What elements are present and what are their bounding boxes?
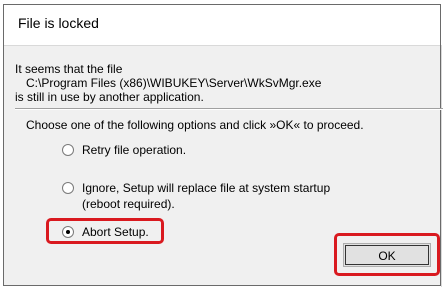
message-line-1: It seems that the file bbox=[15, 62, 123, 76]
option-ignore-label: Ignore, Setup will replace file at syste… bbox=[82, 181, 331, 195]
ok-highlight-box bbox=[334, 233, 440, 276]
title-bar: File is locked bbox=[4, 5, 440, 46]
instruction-text: Choose one of the following options and … bbox=[26, 118, 364, 132]
message-line-3: is still in use by another application. bbox=[15, 90, 204, 104]
dialog-title: File is locked bbox=[18, 15, 99, 31]
abort-highlight-box bbox=[46, 218, 164, 244]
dialog-edge bbox=[441, 45, 442, 287]
message-file-path: C:\Program Files (x86)\WIBUKEY\Server\Wk… bbox=[26, 76, 322, 90]
separator-line bbox=[15, 108, 443, 110]
radio-button-retry[interactable] bbox=[62, 144, 74, 156]
option-retry-label: Retry file operation. bbox=[82, 143, 187, 157]
option-ignore-label-2: (reboot required). bbox=[82, 197, 175, 211]
radio-button-ignore[interactable] bbox=[62, 182, 74, 194]
